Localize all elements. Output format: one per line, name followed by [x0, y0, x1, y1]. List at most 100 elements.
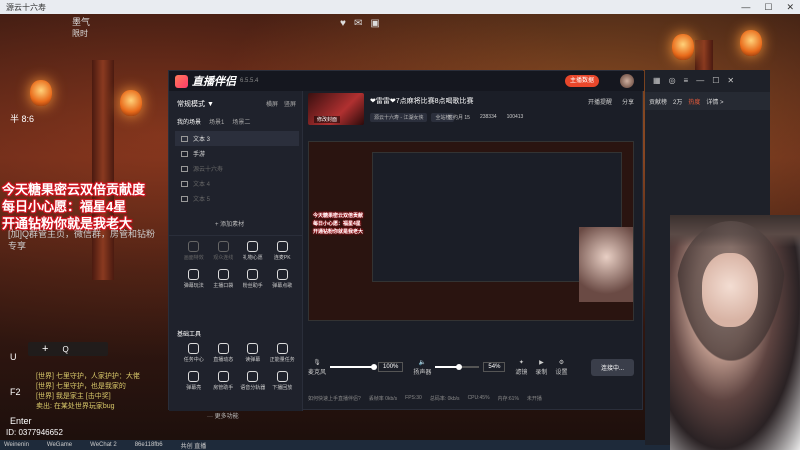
app-header: 直播伴侣 6.5.5.4 主播数据: [169, 71, 644, 91]
tab-scene-2[interactable]: 场景二: [232, 117, 250, 126]
replay-icon: [276, 371, 288, 382]
speaker-volume-value[interactable]: 54%: [483, 362, 506, 372]
speaker-volume-slider[interactable]: [435, 364, 480, 370]
link-icon: [217, 241, 229, 252]
source-item[interactable]: 手游: [175, 146, 299, 161]
user-id: ID: 0377946652: [6, 428, 63, 437]
taskbar-item[interactable]: 共创 直播: [181, 441, 207, 450]
settings-button[interactable]: ⚙ 设置: [555, 359, 567, 376]
overlay-gray-text: [加]Q群管主页，微信群，房管和钻粉 专享: [8, 228, 155, 252]
close-icon[interactable]: ✕: [786, 2, 794, 13]
microphone-icon: 🎙: [313, 359, 321, 366]
waveform-icon: [247, 371, 259, 382]
tool-positive[interactable]: 正能量任务: [268, 343, 298, 363]
tool-effect[interactable]: 画面特效: [179, 241, 209, 261]
tool-pk[interactable]: 连麦PK: [268, 241, 298, 261]
tool-room-admin[interactable]: 房管助手: [209, 371, 239, 391]
tab-detail[interactable]: 详情 >: [706, 97, 723, 106]
webcam-overlay: [670, 215, 800, 450]
tool-fans[interactable]: 粉丝助手: [238, 269, 268, 289]
tool-label: 连麦PK: [273, 255, 291, 261]
tab-contribution[interactable]: 贡献榜: [649, 97, 667, 106]
filter-button[interactable]: ✦ 滤镜: [515, 359, 527, 376]
hud-key-enter: Enter: [10, 416, 32, 426]
tool-label: 任务中心: [183, 357, 204, 363]
portrait-link[interactable]: 竖屏: [284, 99, 296, 108]
tool-gift-wish[interactable]: 礼物心愿: [238, 241, 268, 261]
minimize-icon[interactable]: —: [696, 76, 704, 85]
tab-my-scenes[interactable]: 我的场景: [177, 117, 201, 126]
stat-fans: 100413: [506, 114, 524, 120]
heart-icon[interactable]: ♥: [340, 18, 346, 29]
search-icon[interactable]: Q: [62, 345, 68, 354]
more-features-button[interactable]: ··· 更多功能: [207, 411, 239, 420]
tool-connect[interactable]: 观众连线: [209, 241, 239, 261]
effect-icon: [188, 241, 200, 252]
tool-label: 读弹幕: [245, 357, 261, 363]
tv-icon[interactable]: ▣: [370, 18, 379, 29]
mic-volume-value[interactable]: 100%: [378, 362, 404, 372]
maximize-icon[interactable]: ☐: [764, 2, 772, 13]
mic-button[interactable]: 🎙 麦克风: [308, 359, 326, 376]
stream-preview[interactable]: 今天糖果密云双倍贡献 每日小心愿：福星4星 开通钻粉你就是我老大: [308, 141, 634, 321]
minimize-icon[interactable]: —: [741, 2, 750, 13]
hud-key-f2: F2: [10, 387, 21, 397]
source-item[interactable]: 文本 3: [175, 131, 299, 146]
tool-danmaku-play[interactable]: 弹幕玩法: [179, 269, 209, 289]
taskbar-item[interactable]: Weinenin: [4, 442, 29, 448]
room-category[interactable]: 源云十六寿 - 江湖女侠: [370, 113, 428, 122]
live-reminder-link[interactable]: 开播提醒: [588, 97, 612, 106]
mic-volume-slider[interactable]: [330, 364, 378, 370]
game-chat-line: [世界] 七里守护，人家护护：大佬: [36, 373, 140, 380]
taskbar-item[interactable]: 86e118fb6: [135, 442, 163, 448]
mode-select[interactable]: 常规模式 ▼: [177, 99, 214, 109]
avatar[interactable]: [620, 74, 634, 88]
help-link[interactable]: 如何快速上手直播伴侣?: [308, 395, 361, 402]
shield-icon: [217, 371, 229, 382]
tool-pocket[interactable]: 主播口袋: [209, 269, 239, 289]
source-item[interactable]: 源云十六寿: [175, 161, 299, 176]
tool-read-danmaku[interactable]: 读弹幕: [238, 343, 268, 363]
news-icon: [217, 343, 229, 354]
tool-song[interactable]: 弹幕点歌: [268, 269, 298, 289]
source-item[interactable]: 文本 4: [175, 176, 299, 191]
grid-icon[interactable]: ▦: [653, 76, 661, 85]
tool-label: 房管助手: [213, 385, 234, 391]
task-icon: [188, 343, 200, 354]
chat-icon[interactable]: ✉: [354, 18, 362, 29]
room-title[interactable]: ❤雷雷❤7点麻将比赛8点喝歌比赛: [370, 96, 474, 106]
share-link[interactable]: 分享: [622, 97, 634, 106]
overlay-gray-line-1: [加]Q群管主页，微信群，房管和钻粉: [8, 229, 156, 239]
record-button[interactable]: ▶ 录制: [535, 359, 547, 376]
list-icon[interactable]: ≡: [684, 76, 689, 85]
slider-knob[interactable]: [456, 364, 463, 370]
connect-button[interactable]: 连接中...: [590, 358, 634, 376]
tab-scene-1[interactable]: 场景1: [209, 117, 224, 126]
add-source-button[interactable]: + 添加素材: [215, 219, 244, 228]
slider-knob[interactable]: [371, 364, 378, 370]
landscape-link[interactable]: 横屏: [266, 99, 278, 108]
tool-tasks[interactable]: 任务中心: [179, 343, 209, 363]
tab-heat[interactable]: 热度: [688, 97, 700, 106]
tool-dynamic[interactable]: 直播动态: [209, 343, 239, 363]
speaker-button[interactable]: 🔈 扬声器: [413, 359, 431, 376]
room-info: 修改封面 ❤雷雷❤7点麻将比赛8点喝歌比赛 源云十六寿 - 江湖女侠 全站榜 签…: [308, 93, 640, 127]
source-item[interactable]: 文本 5: [175, 191, 299, 206]
speaker-icon: 🔈: [418, 359, 427, 366]
plus-icon[interactable]: +: [42, 343, 48, 355]
taskbar-item[interactable]: WeChat 2: [90, 442, 117, 448]
headset-icon[interactable]: ◎: [669, 76, 676, 85]
tool-label: 主播口袋: [213, 283, 234, 289]
scene-lantern: [30, 80, 52, 106]
tool-voice-split[interactable]: 语音分轨器: [238, 371, 268, 391]
edit-cover-label[interactable]: 修改封面: [314, 116, 341, 123]
maximize-icon[interactable]: ☐: [712, 76, 719, 85]
taskbar-item[interactable]: WeGame: [47, 442, 72, 448]
tool-danmaku-light[interactable]: 弹幕亮: [179, 371, 209, 391]
scene-lantern: [740, 30, 762, 56]
anchor-data-button[interactable]: 主播数据: [565, 75, 600, 87]
tab-count[interactable]: 2万: [673, 97, 682, 106]
tool-replay[interactable]: 下播回放: [268, 371, 298, 391]
game-chat-line: 卖出: 在某处世界玩家bug: [36, 403, 115, 410]
close-icon[interactable]: ✕: [727, 76, 734, 85]
